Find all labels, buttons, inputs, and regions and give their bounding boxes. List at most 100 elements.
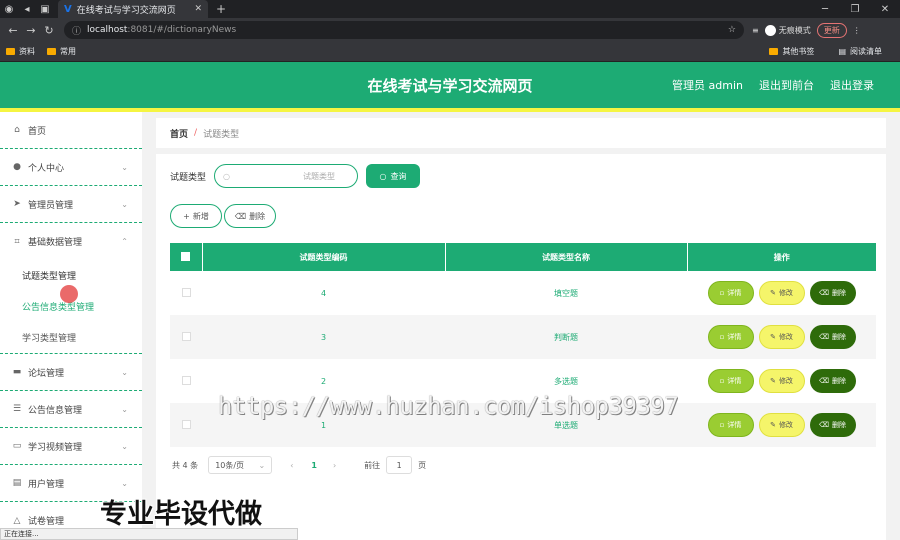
incognito-label: 无痕模式	[778, 25, 811, 35]
incognito-indicator[interactable]: 无痕模式	[764, 24, 811, 36]
sidebar-item-notice[interactable]: ☰ 公告信息管理 ⌄	[0, 391, 142, 428]
star-icon[interactable]: ☆	[728, 25, 736, 35]
sidebar-item-admin[interactable]: ➤ 管理员管理 ⌄	[0, 186, 142, 223]
row-checkbox[interactable]	[181, 375, 191, 385]
reading-list[interactable]: ▤ 阅读清单	[838, 46, 882, 57]
breadcrumb-current: 试题类型	[203, 129, 240, 140]
search-input[interactable]: ○ 试题类型	[214, 164, 359, 188]
select-all-checkbox[interactable]	[181, 251, 191, 261]
folder-icon	[47, 48, 56, 55]
edit-button[interactable]: ✎ 修改	[758, 281, 805, 305]
chevron-down-icon: ⌄	[121, 162, 128, 172]
trash-icon: ⌫	[819, 289, 829, 297]
delete-button[interactable]: ⌫ 删除	[809, 369, 856, 393]
sidebar-item-home[interactable]: ⌂ 首页	[0, 112, 142, 149]
reload-icon[interactable]: ↻	[40, 24, 58, 37]
doc-icon: ▫	[719, 377, 725, 385]
add-button[interactable]: + 新增	[170, 204, 222, 228]
delete-button[interactable]: ⌫ 删除	[809, 413, 856, 437]
doc-icon: ▫	[719, 333, 725, 341]
page-number-current[interactable]: 1	[311, 461, 317, 470]
sidebar: ⌂ 首页 ● 个人中心 ⌄ ➤ 管理员管理 ⌄ ⌗ 基础数据管理 ⌃ 试题类型管…	[0, 112, 142, 540]
bell-icon: △	[13, 515, 21, 526]
globe-icon[interactable]: ◉	[0, 0, 18, 18]
bookmarks-bar: 资料 常用 其他书签 ▤ 阅读清单	[0, 42, 900, 62]
window-close-icon[interactable]: ✕	[870, 4, 900, 15]
delete-button[interactable]: ⌫ 删除	[809, 281, 856, 305]
restore-icon[interactable]: ❐	[840, 4, 870, 15]
bookmark-folder[interactable]: 资料	[6, 46, 35, 57]
sidebar-item-forum[interactable]: ▬ 论坛管理 ⌄	[0, 354, 142, 391]
new-tab-icon[interactable]: +	[216, 2, 226, 16]
detail-button[interactable]: ▫ 详情	[707, 281, 754, 305]
url-field[interactable]: ⓘ localhost :8081/#/dictionaryNews ☆	[64, 21, 744, 39]
audio-icon[interactable]: ◂	[18, 0, 36, 18]
chevron-down-icon: ⌄	[121, 478, 128, 488]
search-label: 试题类型	[170, 172, 207, 183]
sidebar-item-video[interactable]: ▭ 学习视频管理 ⌄	[0, 428, 142, 465]
column-header-code: 试题类型编码	[202, 243, 446, 271]
search-placeholder: 试题类型	[303, 171, 336, 181]
trash-icon: ⌫	[819, 421, 829, 429]
breadcrumb-home[interactable]: 首页	[170, 127, 188, 140]
page-size-select[interactable]: 10条/页 ⌄	[208, 456, 273, 474]
browser-right-controls: ≡ 无痕模式 更新 ⋮	[752, 22, 861, 38]
detail-button[interactable]: ▫ 详情	[707, 413, 754, 437]
menu-icon[interactable]: ⋮	[853, 26, 861, 35]
forward-icon[interactable]: →	[22, 24, 40, 37]
doc-icon: ▫	[719, 289, 725, 297]
batch-delete-button[interactable]: ⌫ 删除	[224, 204, 276, 228]
next-page-icon[interactable]: ›	[333, 461, 336, 470]
crop-icon: ⌗	[14, 236, 20, 247]
incognito-icon	[764, 24, 776, 36]
select-all-cell[interactable]	[170, 243, 203, 271]
update-button[interactable]: 更新	[816, 22, 847, 38]
logout-link[interactable]: 退出登录	[830, 77, 874, 93]
window-controls: ─ ❐ ✕	[810, 4, 900, 15]
address-bar-row: ← → ↻ ⓘ localhost :8081/#/dictionaryNews…	[0, 18, 900, 42]
pencil-icon: ✎	[770, 333, 776, 341]
column-header-name: 试题类型名称	[445, 243, 688, 271]
tab-favicon-icon[interactable]: ▣	[36, 0, 54, 18]
back-icon[interactable]: ←	[4, 24, 22, 37]
minimize-icon[interactable]: ─	[810, 4, 840, 15]
prev-page-icon[interactable]: ‹	[290, 461, 293, 470]
pagination-total: 共 4 条	[172, 460, 199, 470]
row-checkbox[interactable]	[181, 287, 191, 297]
edit-button[interactable]: ✎ 修改	[758, 325, 805, 349]
row-checkbox[interactable]	[181, 419, 191, 429]
bookmark-folder-other[interactable]: 其他书签	[769, 46, 814, 57]
trash-icon: ⌫	[234, 211, 247, 221]
sidebar-subitem-study-type[interactable]: 学习类型管理	[0, 322, 142, 354]
query-button[interactable]: ○ 查询	[366, 164, 421, 188]
reading-list-icon[interactable]: ≡	[752, 26, 759, 35]
search-icon: ○	[223, 171, 230, 181]
bookmark-folder[interactable]: 常用	[47, 46, 76, 57]
browser-tab-active[interactable]: V 在线考试与学习交流网页 ✕	[58, 0, 208, 18]
breadcrumb-separator: /	[194, 128, 198, 138]
clipboard-icon: ▤	[12, 478, 22, 488]
current-user: 管理员 admin	[672, 79, 743, 92]
cell-code: 3	[202, 315, 445, 359]
forum-icon: ▬	[12, 367, 22, 377]
close-icon[interactable]: ✕	[194, 4, 202, 14]
edit-button[interactable]: ✎ 修改	[758, 369, 805, 393]
edit-button[interactable]: ✎ 修改	[758, 413, 805, 437]
action-row: + 新增 ⌫ 删除	[170, 204, 276, 228]
url-host: localhost	[87, 25, 128, 35]
chevron-down-icon: ⌄	[121, 199, 128, 209]
front-link[interactable]: 退出到前台	[759, 77, 814, 93]
trash-icon: ⌫	[819, 333, 829, 341]
detail-button[interactable]: ▫ 详情	[707, 325, 754, 349]
plus-icon: +	[183, 211, 190, 221]
detail-button[interactable]: ▫ 详情	[707, 369, 754, 393]
delete-button[interactable]: ⌫ 删除	[809, 325, 856, 349]
sidebar-item-basedata[interactable]: ⌗ 基础数据管理 ⌃	[0, 223, 142, 260]
goto-page-input[interactable]: 1	[386, 456, 413, 474]
send-icon: ➤	[13, 199, 21, 209]
sidebar-item-profile[interactable]: ● 个人中心 ⌄	[0, 149, 142, 186]
row-checkbox[interactable]	[181, 331, 191, 341]
breadcrumb: 首页 / 试题类型	[156, 118, 886, 148]
info-icon[interactable]: ⓘ	[72, 24, 81, 37]
home-icon: ⌂	[14, 125, 20, 135]
